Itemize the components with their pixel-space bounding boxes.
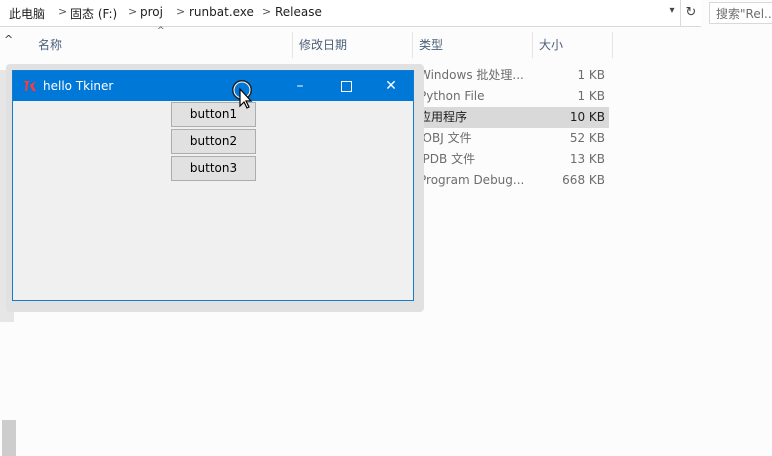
column-divider[interactable]	[532, 32, 533, 58]
breadcrumb-release[interactable]: Release	[275, 5, 322, 19]
breadcrumb-separator[interactable]: >	[176, 5, 185, 18]
file-type: IOBJ 文件	[419, 131, 472, 145]
column-header-modified[interactable]: 修改日期	[299, 32, 347, 58]
tk-window-title: hello Tkiner	[43, 79, 114, 93]
list-item[interactable]: Program Debug... 668 KB	[415, 170, 609, 191]
tk-window[interactable]: hello Tkiner – ✕ button1 button2 button3	[12, 70, 414, 301]
breadcrumb-drive[interactable]: 固态 (F:)	[70, 5, 117, 22]
mouse-cursor-icon	[232, 80, 253, 109]
file-type: IPDB 文件	[419, 152, 476, 166]
breadcrumb-separator[interactable]: >	[262, 5, 271, 18]
column-header-size[interactable]: 大小	[539, 32, 563, 58]
breadcrumb-proj[interactable]: proj	[140, 5, 163, 19]
breadcrumb-runbat[interactable]: runbat.exe	[189, 5, 254, 19]
file-size: 13 KB	[569, 152, 605, 166]
breadcrumb-separator[interactable]: >	[128, 5, 137, 18]
file-type: Program Debug...	[419, 173, 525, 187]
file-type: Python File	[419, 89, 485, 103]
tk-titlebar[interactable]: hello Tkiner – ✕	[13, 71, 413, 101]
tk-client-area: button1 button2 button3	[13, 101, 413, 300]
column-divider[interactable]	[612, 32, 613, 58]
maximize-icon	[340, 80, 352, 92]
breadcrumb-separator[interactable]: >	[58, 5, 67, 18]
search-input[interactable]: 搜索"Rel...	[709, 2, 772, 24]
list-item[interactable]: Python File 1 KB	[415, 86, 609, 107]
scrollbar-thumb[interactable]	[2, 420, 16, 456]
column-divider[interactable]	[412, 32, 413, 58]
sort-ascending-icon: ^	[157, 26, 165, 36]
file-size: 1 KB	[577, 89, 605, 103]
column-divider[interactable]	[292, 32, 293, 58]
tk-feather-icon	[23, 81, 36, 91]
button2[interactable]: button2	[171, 129, 256, 154]
close-button[interactable]: ✕	[368, 71, 414, 101]
address-bar[interactable]: 此电脑 > 固态 (F:) > proj > runbat.exe > Rele…	[0, 0, 680, 27]
minimize-button[interactable]: –	[277, 71, 323, 101]
maximize-button[interactable]	[323, 71, 369, 101]
list-item[interactable]: IOBJ 文件 52 KB	[415, 128, 609, 149]
breadcrumb-this-pc[interactable]: 此电脑	[9, 5, 45, 22]
file-size: 10 KB	[569, 110, 605, 124]
refresh-icon[interactable]: ↻	[680, 0, 701, 27]
file-size: 52 KB	[569, 131, 605, 145]
file-type: 应用程序	[419, 110, 468, 124]
column-header-type[interactable]: 类型	[419, 32, 443, 58]
list-item[interactable]: Windows 批处理... 1 KB	[415, 65, 609, 86]
button3[interactable]: button3	[171, 156, 256, 181]
file-type: Windows 批处理...	[419, 68, 524, 82]
chevron-down-icon[interactable]: ▾	[664, 5, 680, 21]
column-header-name[interactable]: 名称	[38, 32, 62, 58]
file-size: 1 KB	[577, 68, 605, 82]
file-size: 668 KB	[562, 173, 605, 187]
list-item-selected[interactable]: 应用程序 10 KB	[415, 107, 609, 128]
list-item[interactable]: IPDB 文件 13 KB	[415, 149, 609, 170]
chevron-up-icon[interactable]: ^	[4, 33, 13, 46]
